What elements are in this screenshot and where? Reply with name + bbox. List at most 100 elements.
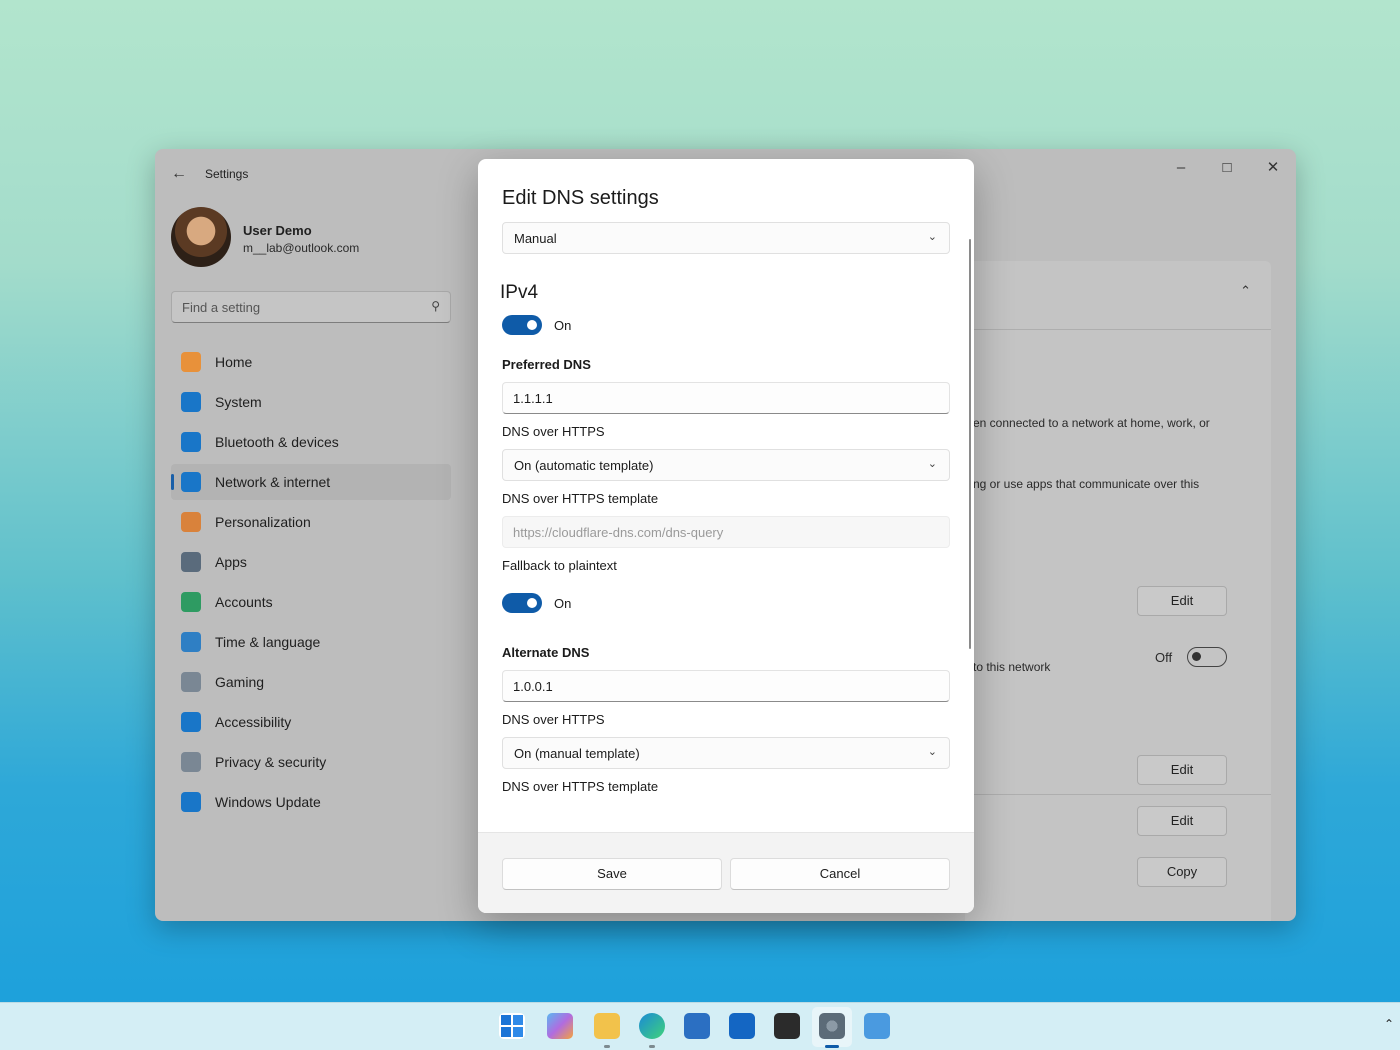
fallback-toggle[interactable]: [502, 593, 542, 613]
doh-template-placeholder: https://cloudflare-dns.com/dns-query: [513, 525, 724, 540]
alternate-dns-label: Alternate DNS: [502, 645, 590, 660]
fallback-label: Fallback to plaintext: [502, 558, 617, 573]
sidebar-item-apps[interactable]: Apps: [171, 544, 451, 580]
chevron-up-icon[interactable]: ⌃: [1240, 283, 1251, 299]
sidebar-item-label: Accessibility: [215, 714, 292, 730]
divider: [965, 329, 1271, 330]
store-icon[interactable]: [684, 1013, 710, 1039]
globe-icon: [181, 632, 201, 652]
preferred-dns-input[interactable]: 1.1.1.1: [502, 382, 950, 414]
sidebar-item-accounts[interactable]: Accounts: [171, 584, 451, 620]
minimize-button[interactable]: –: [1161, 155, 1201, 181]
outlook-icon[interactable]: [729, 1013, 755, 1039]
chevron-down-icon: ⌄: [927, 746, 937, 758]
search-placeholder: Find a setting: [182, 300, 261, 315]
sidebar-item-windows-update[interactable]: Windows Update: [171, 784, 451, 820]
sidebar-item-system[interactable]: System: [171, 384, 451, 420]
notepad-icon[interactable]: [864, 1013, 890, 1039]
sidebar-item-accessibility[interactable]: Accessibility: [171, 704, 451, 740]
background-text-1: en connected to a network at home, work,…: [973, 416, 1210, 430]
sidebar-item-home[interactable]: Home: [171, 344, 451, 380]
shield-icon: [181, 752, 201, 772]
user-email: m__lab@outlook.com: [243, 241, 360, 255]
dns-mode-select[interactable]: Manual ⌄: [502, 222, 950, 254]
active-indicator: [171, 474, 174, 490]
fallback-toggle-label: On: [554, 596, 572, 611]
edge-icon[interactable]: [639, 1013, 665, 1039]
home-icon: [181, 352, 201, 372]
doh-value: On (automatic template): [514, 458, 654, 473]
alternate-dns-value: 1.0.0.1: [513, 679, 553, 694]
alt-doh-select[interactable]: On (manual template) ⌄: [502, 737, 950, 769]
taskbar: ⌃: [0, 1002, 1400, 1050]
metered-toggle[interactable]: [1187, 647, 1227, 667]
bluetooth-icon: [181, 432, 201, 452]
alt-doh-template-label: DNS over HTTPS template: [502, 779, 659, 794]
settings-icon[interactable]: [819, 1013, 845, 1039]
edit-button-3[interactable]: Edit: [1137, 806, 1227, 836]
search-icon: ⚲: [431, 299, 440, 313]
active-indicator: [825, 1045, 839, 1048]
gamepad-icon: [181, 672, 201, 692]
sidebar-item-time-language[interactable]: Time & language: [171, 624, 451, 660]
tray-chevron-up-icon[interactable]: ⌃: [1384, 1017, 1394, 1031]
chevron-down-icon: ⌄: [927, 231, 937, 243]
apps-icon: [181, 552, 201, 572]
sidebar-item-label: Time & language: [215, 634, 321, 650]
sidebar-item-label: Windows Update: [215, 794, 321, 810]
doh-template-label: DNS over HTTPS template: [502, 491, 659, 506]
cancel-button[interactable]: Cancel: [730, 858, 950, 890]
sidebar-item-label: Gaming: [215, 674, 265, 690]
copilot-icon[interactable]: [547, 1013, 573, 1039]
system-icon: [181, 392, 201, 412]
preferred-dns-value: 1.1.1.1: [513, 391, 553, 406]
dns-mode-value: Manual: [514, 231, 557, 246]
dialog-title: Edit DNS settings: [502, 187, 659, 209]
sidebar-item-label: System: [215, 394, 262, 410]
sidebar-item-network-internet[interactable]: Network & internet: [171, 464, 451, 500]
sidebar-item-label: Bluetooth & devices: [215, 434, 339, 450]
sidebar-item-privacy-security[interactable]: Privacy & security: [171, 744, 451, 780]
sidebar-item-bluetooth-devices[interactable]: Bluetooth & devices: [171, 424, 451, 460]
running-indicator: [604, 1045, 610, 1048]
accessibility-icon: [181, 712, 201, 732]
terminal-icon[interactable]: [774, 1013, 800, 1039]
file-explorer-icon[interactable]: [594, 1013, 620, 1039]
sidebar-item-label: Network & internet: [215, 474, 331, 490]
sidebar-item-label: Personalization: [215, 514, 311, 530]
network-icon: [181, 472, 201, 492]
sidebar-item-label: Home: [215, 354, 253, 370]
alternate-dns-input[interactable]: 1.0.0.1: [502, 670, 950, 702]
dialog-footer: Save Cancel: [478, 832, 974, 913]
ipv4-toggle-label: On: [554, 318, 572, 333]
maximize-button[interactable]: □: [1207, 155, 1247, 181]
doh-label: DNS over HTTPS: [502, 424, 605, 439]
sidebar-nav: Home System Bluetooth & devices Network & i…: [171, 344, 451, 824]
copy-button[interactable]: Copy: [1137, 857, 1227, 887]
sidebar-item-gaming[interactable]: Gaming: [171, 664, 451, 700]
ipv4-toggle[interactable]: [502, 315, 542, 335]
preferred-dns-label: Preferred DNS: [502, 357, 591, 372]
alt-doh-label: DNS over HTTPS: [502, 712, 605, 727]
ipv4-heading: IPv4: [500, 282, 539, 303]
start-icon[interactable]: [499, 1013, 525, 1039]
metered-toggle-label: Off: [1155, 650, 1173, 665]
scrollbar[interactable]: [969, 239, 971, 649]
background-text-2: ng or use apps that communicate over thi…: [973, 477, 1200, 491]
sidebar-item-personalization[interactable]: Personalization: [171, 504, 451, 540]
edit-button-1[interactable]: Edit: [1137, 586, 1227, 616]
doh-select[interactable]: On (automatic template) ⌄: [502, 449, 950, 481]
search-input[interactable]: Find a setting ⚲: [171, 291, 451, 323]
divider: [965, 794, 1271, 795]
close-button[interactable]: ✕: [1253, 155, 1293, 181]
edit-button-2[interactable]: Edit: [1137, 755, 1227, 785]
back-arrow-icon[interactable]: ←: [171, 163, 193, 185]
brush-icon: [181, 512, 201, 532]
chevron-down-icon: ⌄: [927, 458, 937, 470]
app-title: Settings: [205, 167, 249, 181]
save-button[interactable]: Save: [502, 858, 722, 890]
background-text-3: to this network: [973, 660, 1051, 674]
doh-template-input: https://cloudflare-dns.com/dns-query: [502, 516, 950, 548]
user-name: User Demo: [243, 223, 312, 238]
avatar: [171, 207, 231, 267]
